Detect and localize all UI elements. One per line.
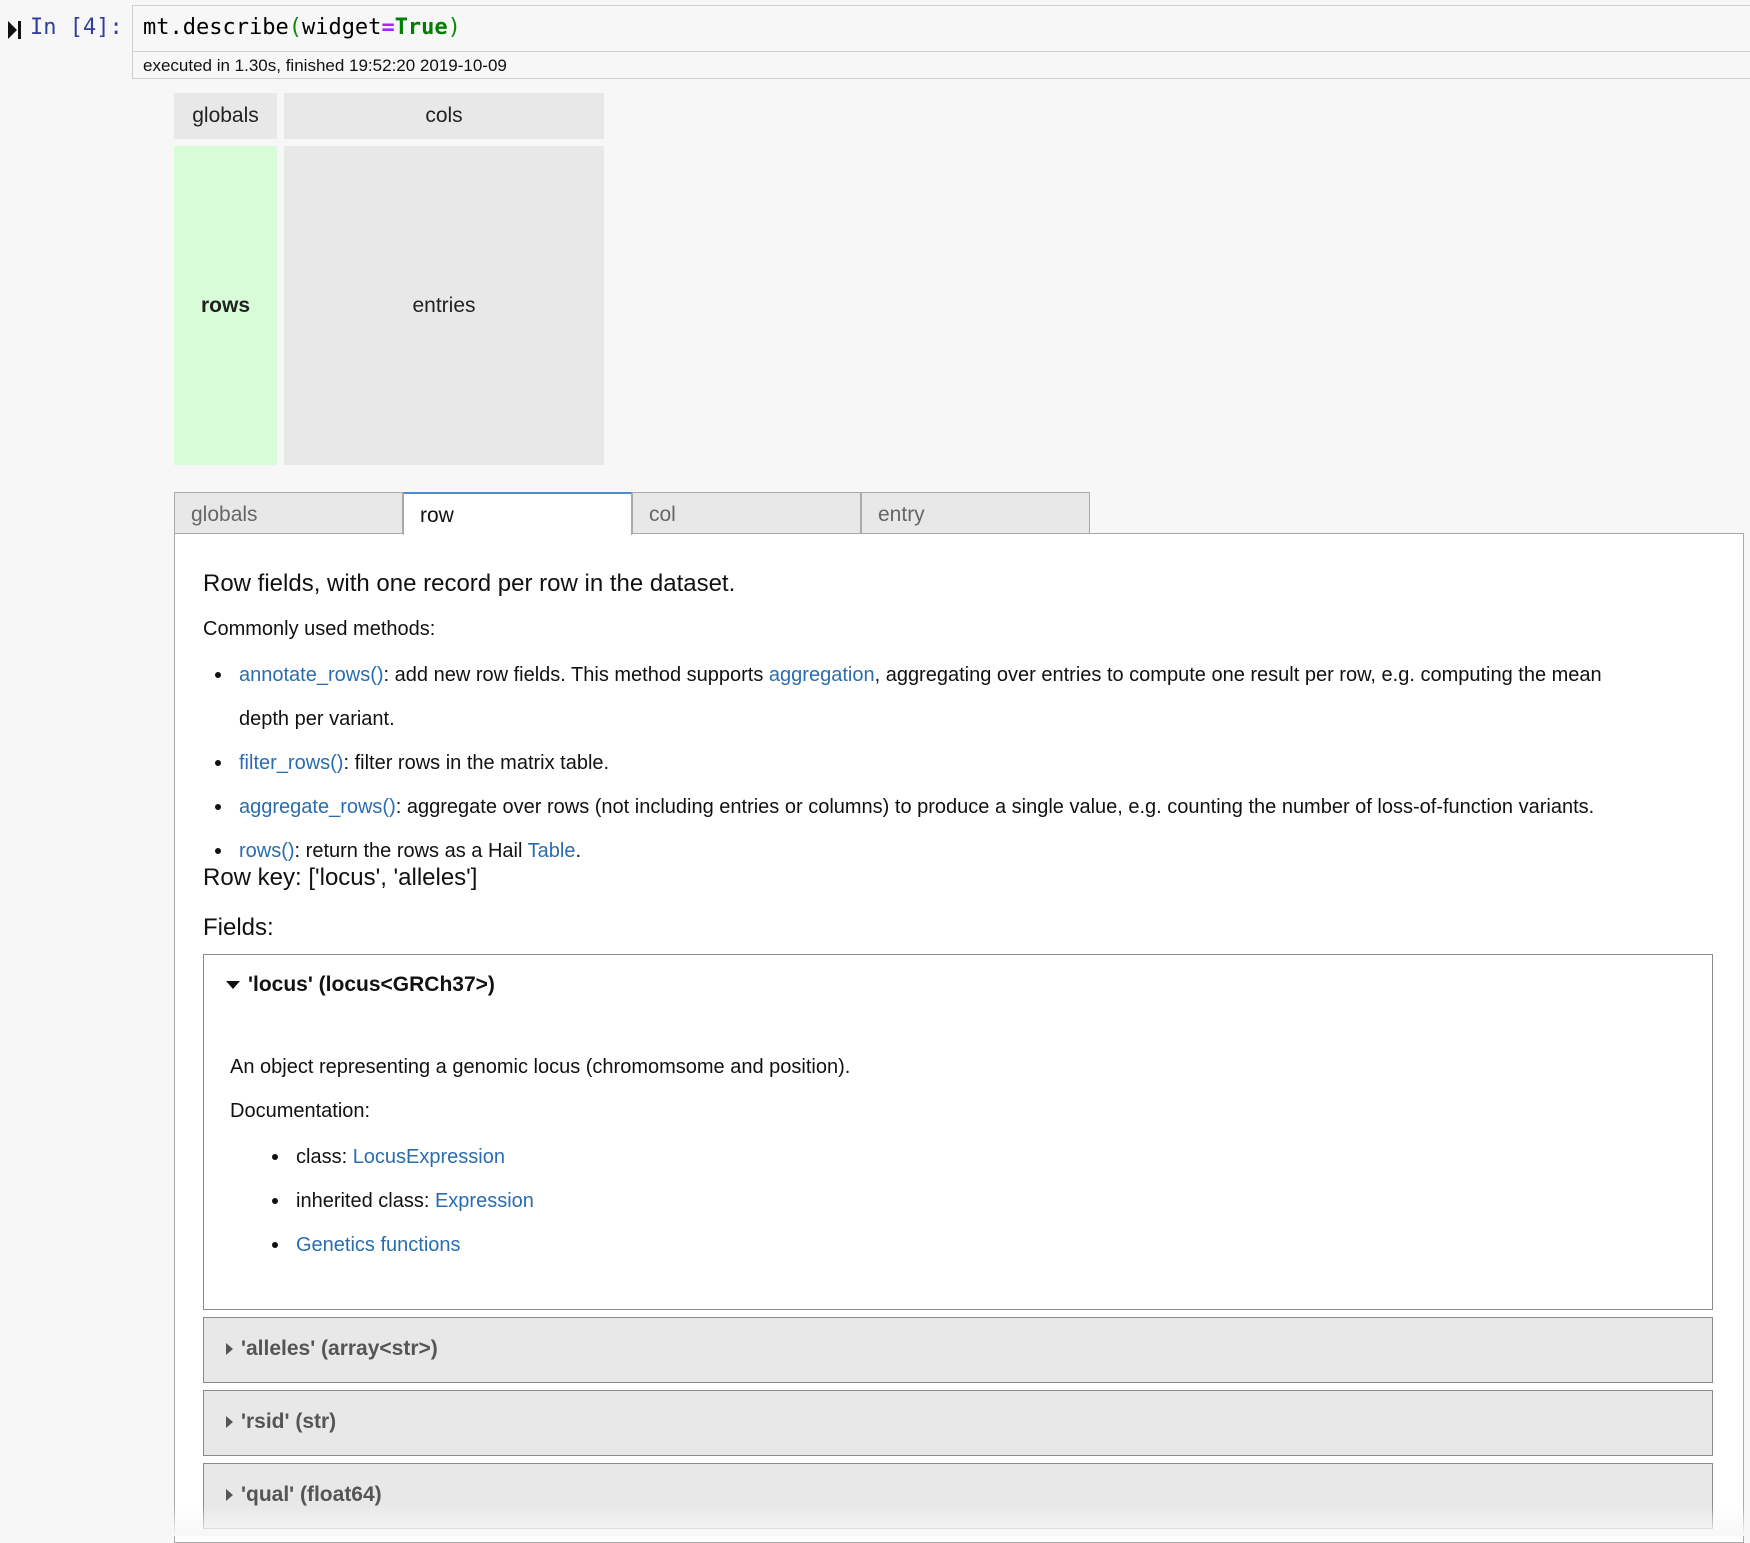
field-alleles[interactable]: 'alleles' (array<str>) — [203, 1317, 1713, 1383]
tab-globals[interactable]: globals — [174, 492, 403, 534]
caret-right-icon — [226, 1416, 233, 1428]
caret-right-icon — [226, 1489, 233, 1501]
doc-item: class: LocusExpression — [272, 1135, 534, 1179]
code-close-paren: ) — [447, 15, 461, 40]
grid-rows-button[interactable]: rows — [174, 146, 277, 465]
execution-info: executed in 1.30s, finished 19:52:20 201… — [132, 52, 1750, 79]
table-link[interactable]: Table — [528, 840, 576, 862]
tab-entry[interactable]: entry — [861, 492, 1090, 534]
scroll-fade — [0, 1506, 1750, 1536]
locus-expression-link[interactable]: LocusExpression — [353, 1146, 505, 1168]
method-text: : return the rows as a Hail — [294, 840, 528, 862]
code-input[interactable]: mt.describe(widget=True) — [132, 5, 1750, 52]
tab-row-label: row — [420, 504, 454, 527]
genetics-functions-link[interactable]: Genetics functions — [296, 1234, 461, 1256]
field-locus-doc-label: Documentation: — [230, 1100, 371, 1122]
cell-prompt: In [4]: — [30, 15, 123, 40]
field-locus: 'locus' (locus<GRCh37>) An object repres… — [203, 954, 1713, 1310]
field-locus-title: 'locus' (locus<GRCh37>) — [248, 973, 495, 996]
code-operator: = — [381, 15, 395, 40]
field-rsid-title: 'rsid' (str) — [241, 1410, 337, 1433]
filter-rows-link[interactable]: filter_rows() — [239, 752, 343, 774]
caret-down-icon — [226, 981, 240, 989]
tab-col[interactable]: col — [632, 492, 861, 534]
tab-panel-row: Row fields, with one record per row in t… — [174, 533, 1744, 1543]
doc-item: Genetics functions — [272, 1223, 534, 1267]
method-text: : aggregate over rows (not including ent… — [395, 796, 1595, 818]
method-item: annotate_rows(): add new row fields. Thi… — [215, 653, 1709, 741]
doc-item: inherited class: Expression — [272, 1179, 534, 1223]
code-object: mt.describe — [143, 15, 289, 40]
expression-link[interactable]: Expression — [435, 1190, 534, 1212]
field-locus-doc-list: class: LocusExpression inherited class: … — [272, 1135, 534, 1267]
tab-globals-label: globals — [191, 503, 258, 526]
grid-entries-button[interactable]: entries — [284, 146, 604, 465]
field-alleles-title: 'alleles' (array<str>) — [241, 1337, 438, 1360]
field-rsid[interactable]: 'rsid' (str) — [203, 1390, 1713, 1456]
doc-prefix: class: — [296, 1146, 353, 1168]
grid-entries-label: entries — [412, 293, 476, 317]
field-locus-description: An object representing a genomic locus (… — [230, 1056, 851, 1078]
field-alleles-toggle[interactable]: 'alleles' (array<str>) — [226, 1337, 438, 1361]
run-cell-icon[interactable] — [8, 19, 22, 41]
grid-rows-label: rows — [200, 293, 250, 317]
method-item: filter_rows(): filter rows in the matrix… — [215, 741, 1709, 785]
methods-list: annotate_rows(): add new row fields. Thi… — [215, 653, 1709, 873]
field-locus-toggle[interactable]: 'locus' (locus<GRCh37>) — [226, 973, 495, 997]
grid-cols-label: cols — [425, 104, 463, 127]
code-keyword: True — [394, 15, 448, 40]
tab-bar: globals row col entry — [174, 492, 1092, 535]
annotate-rows-link[interactable]: annotate_rows() — [239, 664, 384, 686]
field-qual-toggle[interactable]: 'qual' (float64) — [226, 1483, 382, 1507]
method-text: depth per variant. — [239, 708, 395, 730]
grid-cols-button[interactable]: cols — [284, 93, 604, 139]
row-key: Row key: ['locus', 'alleles'] — [203, 864, 478, 891]
methods-intro: Commonly used methods: — [203, 618, 436, 640]
code-arg: widget — [301, 15, 382, 40]
method-text: . — [575, 840, 581, 862]
code-open-paren: ( — [288, 15, 302, 40]
method-text: : filter rows in the matrix table. — [343, 752, 610, 774]
tab-row[interactable]: row — [403, 492, 632, 535]
method-item: aggregate_rows(): aggregate over rows (n… — [215, 785, 1709, 829]
tab-col-label: col — [649, 503, 676, 526]
method-text: , aggregating over entries to compute on… — [874, 664, 1602, 686]
method-text: : add new row fields. This method suppor… — [383, 664, 769, 686]
fields-label: Fields: — [203, 914, 274, 941]
field-qual-title: 'qual' (float64) — [241, 1483, 382, 1506]
panel-heading: Row fields, with one record per row in t… — [203, 570, 736, 597]
grid-globals-button[interactable]: globals — [174, 93, 277, 139]
grid-globals-label: globals — [192, 104, 259, 127]
aggregation-link[interactable]: aggregation — [769, 664, 875, 686]
doc-prefix: inherited class: — [296, 1190, 435, 1212]
rows-link[interactable]: rows() — [239, 840, 295, 862]
tab-entry-label: entry — [878, 503, 925, 526]
field-rsid-toggle[interactable]: 'rsid' (str) — [226, 1410, 336, 1434]
aggregate-rows-link[interactable]: aggregate_rows() — [239, 796, 396, 818]
caret-right-icon — [226, 1343, 233, 1355]
